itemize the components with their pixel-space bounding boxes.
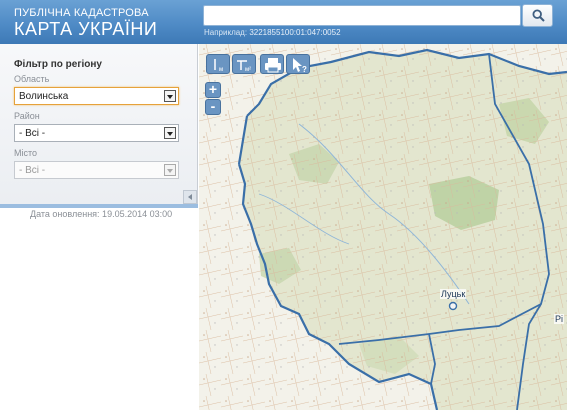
oblast-select[interactable]: Волинська: [14, 87, 179, 105]
panel-divider[interactable]: [0, 204, 198, 208]
printer-icon: [265, 58, 281, 73]
filter-title: Фільтр по регіону: [14, 59, 102, 70]
ruler-distance-tool[interactable]: м: [206, 54, 230, 74]
chevron-down-icon: [164, 164, 176, 176]
left-sidebar: Фільтр по регіону Область Волинська Райо…: [0, 44, 198, 410]
search-icon: [532, 9, 545, 22]
map-canvas[interactable]: [199, 44, 567, 410]
rayon-select-value: - Всі -: [19, 128, 46, 139]
collapse-sidebar-button[interactable]: [183, 190, 197, 204]
city-label-lutsk: Луцьк: [440, 289, 467, 299]
misto-select-value: - Всі -: [19, 165, 46, 176]
svg-text:м: м: [219, 67, 223, 73]
logo-title: КАРТА УКРАЇНИ: [14, 19, 158, 39]
misto-label: Місто: [14, 148, 38, 158]
svg-text:?: ?: [302, 65, 307, 74]
svg-text:м²: м²: [245, 67, 251, 73]
example-prefix: Наприклад:: [204, 28, 248, 37]
identify-tool[interactable]: ?: [286, 54, 310, 74]
print-tool[interactable]: [260, 54, 284, 74]
ruler-area-tool[interactable]: м²: [232, 54, 256, 74]
chevron-down-icon[interactable]: [164, 127, 176, 139]
zoom-out-button[interactable]: -: [205, 99, 221, 115]
app-logo[interactable]: ПУБЛІЧНА КАДАСТРОВА КАРТА УКРАЇНИ: [14, 7, 157, 39]
rayon-label: Район: [14, 111, 40, 121]
ruler-icon: м: [214, 59, 223, 73]
cursor-question-icon: ?: [293, 58, 307, 74]
rayon-select[interactable]: - Всі -: [14, 124, 179, 142]
logo-subtitle: ПУБЛІЧНА КАДАСТРОВА: [14, 7, 149, 19]
app-header: ПУБЛІЧНА КАДАСТРОВА КАРТА УКРАЇНИ Наприк…: [0, 0, 567, 44]
search-example-hint: Наприклад: 3221855100:01:047:0052: [204, 28, 341, 37]
lutsk-marker[interactable]: [448, 301, 458, 311]
chevron-down-icon[interactable]: [164, 90, 176, 102]
update-date: Дата оновлення: 19.05.2014 03:00: [30, 209, 173, 219]
search-button[interactable]: [522, 4, 553, 27]
region-filter-panel: Фільтр по регіону Область Волинська Райо…: [0, 44, 198, 204]
cadastral-search-input[interactable]: [203, 5, 521, 26]
area-ruler-icon: м²: [237, 60, 251, 73]
zoom-in-button[interactable]: +: [205, 82, 221, 98]
map-view[interactable]: м м² ? + - Луцьк Рі: [199, 44, 567, 410]
oblast-select-value: Волинська: [19, 91, 69, 102]
misto-select: - Всі -: [14, 161, 179, 179]
example-cadastral-number: 3221855100:01:047:0052: [249, 28, 341, 37]
city-label-edge: Рі: [554, 314, 565, 324]
oblast-label: Область: [14, 74, 50, 84]
